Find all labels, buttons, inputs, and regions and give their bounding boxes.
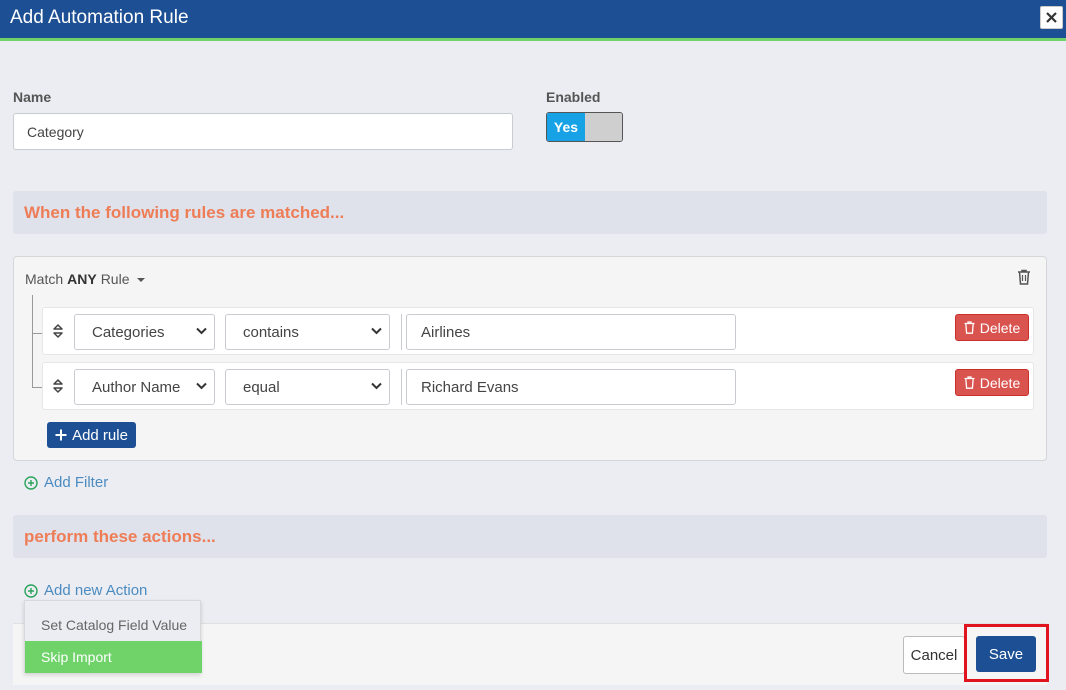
separator xyxy=(401,314,402,350)
add-rule-label: Add rule xyxy=(72,426,128,444)
actions-heading: perform these actions... xyxy=(24,527,216,546)
add-action-link[interactable]: Add new Action xyxy=(24,582,147,599)
rule-operator-value: contains xyxy=(243,323,299,341)
plus-circle-icon xyxy=(24,475,38,490)
match-mode-dropdown[interactable]: Match ANY Rule xyxy=(25,271,146,287)
conditions-section-header: When the following rules are matched... xyxy=(13,191,1047,234)
chevron-down-icon xyxy=(371,327,382,335)
toggle-on-label: Yes xyxy=(547,113,585,141)
action-dropdown-menu: Set Catalog Field Value Skip Import xyxy=(24,600,202,673)
rule-group: Match ANY Rule Categories contains Airli… xyxy=(13,256,1047,461)
cancel-button[interactable]: Cancel xyxy=(903,636,965,674)
rule-value-input[interactable]: Airlines xyxy=(406,314,736,350)
chevron-down-icon xyxy=(196,382,207,390)
tree-connector xyxy=(32,295,33,387)
delete-rule-button[interactable]: Delete xyxy=(955,314,1029,341)
delete-label: Delete xyxy=(979,374,1021,391)
drag-handle-icon[interactable] xyxy=(53,379,63,393)
caret-down-icon xyxy=(137,278,146,282)
dialog-title: Add Automation Rule xyxy=(10,7,189,28)
add-filter-link[interactable]: Add Filter xyxy=(24,474,108,491)
plus-circle-icon xyxy=(24,583,38,598)
rule-operator-value: equal xyxy=(243,378,280,396)
match-mode: ANY xyxy=(67,271,97,287)
enabled-label: Enabled xyxy=(546,89,601,105)
delete-rule-button[interactable]: Delete xyxy=(955,369,1029,396)
plus-icon xyxy=(55,429,67,441)
rule-field-select[interactable]: Categories xyxy=(74,314,215,350)
close-button[interactable] xyxy=(1040,6,1063,29)
actions-section-header: perform these actions... xyxy=(13,515,1047,558)
trash-icon xyxy=(964,321,975,334)
dialog-titlebar: Add Automation Rule xyxy=(0,0,1066,38)
title-accent-line xyxy=(0,38,1066,41)
name-label: Name xyxy=(13,89,52,105)
trash-icon[interactable] xyxy=(1017,269,1031,285)
conditions-heading: When the following rules are matched... xyxy=(24,203,345,222)
rule-field-value: Author Name xyxy=(92,378,181,396)
rule-field-select[interactable]: Author Name xyxy=(74,369,215,405)
tree-branch xyxy=(32,387,42,388)
rule-field-value: Categories xyxy=(92,323,165,341)
drag-handle-icon[interactable] xyxy=(53,324,63,338)
delete-label: Delete xyxy=(979,319,1021,336)
menu-item-skip-import[interactable]: Skip Import xyxy=(25,641,202,673)
match-prefix: Match xyxy=(25,271,64,287)
enabled-toggle[interactable]: Yes xyxy=(546,112,623,142)
rule-operator-select[interactable]: contains xyxy=(225,314,390,350)
close-icon xyxy=(1046,12,1057,23)
add-filter-label: Add Filter xyxy=(44,474,109,491)
add-rule-button[interactable]: Add rule xyxy=(47,422,136,448)
rule-row: Categories contains Airlines Delete xyxy=(42,307,1034,355)
rule-row: Author Name equal Richard Evans Delete xyxy=(42,362,1034,410)
match-suffix: Rule xyxy=(100,271,130,287)
chevron-down-icon xyxy=(371,382,382,390)
toggle-handle xyxy=(585,113,622,141)
name-input[interactable]: Category xyxy=(13,113,513,150)
trash-icon xyxy=(964,376,975,389)
chevron-down-icon xyxy=(196,327,207,335)
separator xyxy=(401,369,402,405)
save-button[interactable]: Save xyxy=(976,636,1036,672)
rule-value-input[interactable]: Richard Evans xyxy=(406,369,736,405)
menu-item-set-catalog-field-value[interactable]: Set Catalog Field Value xyxy=(25,609,202,641)
tree-branch xyxy=(32,333,42,334)
add-action-label: Add new Action xyxy=(44,582,148,599)
rule-operator-select[interactable]: equal xyxy=(225,369,390,405)
